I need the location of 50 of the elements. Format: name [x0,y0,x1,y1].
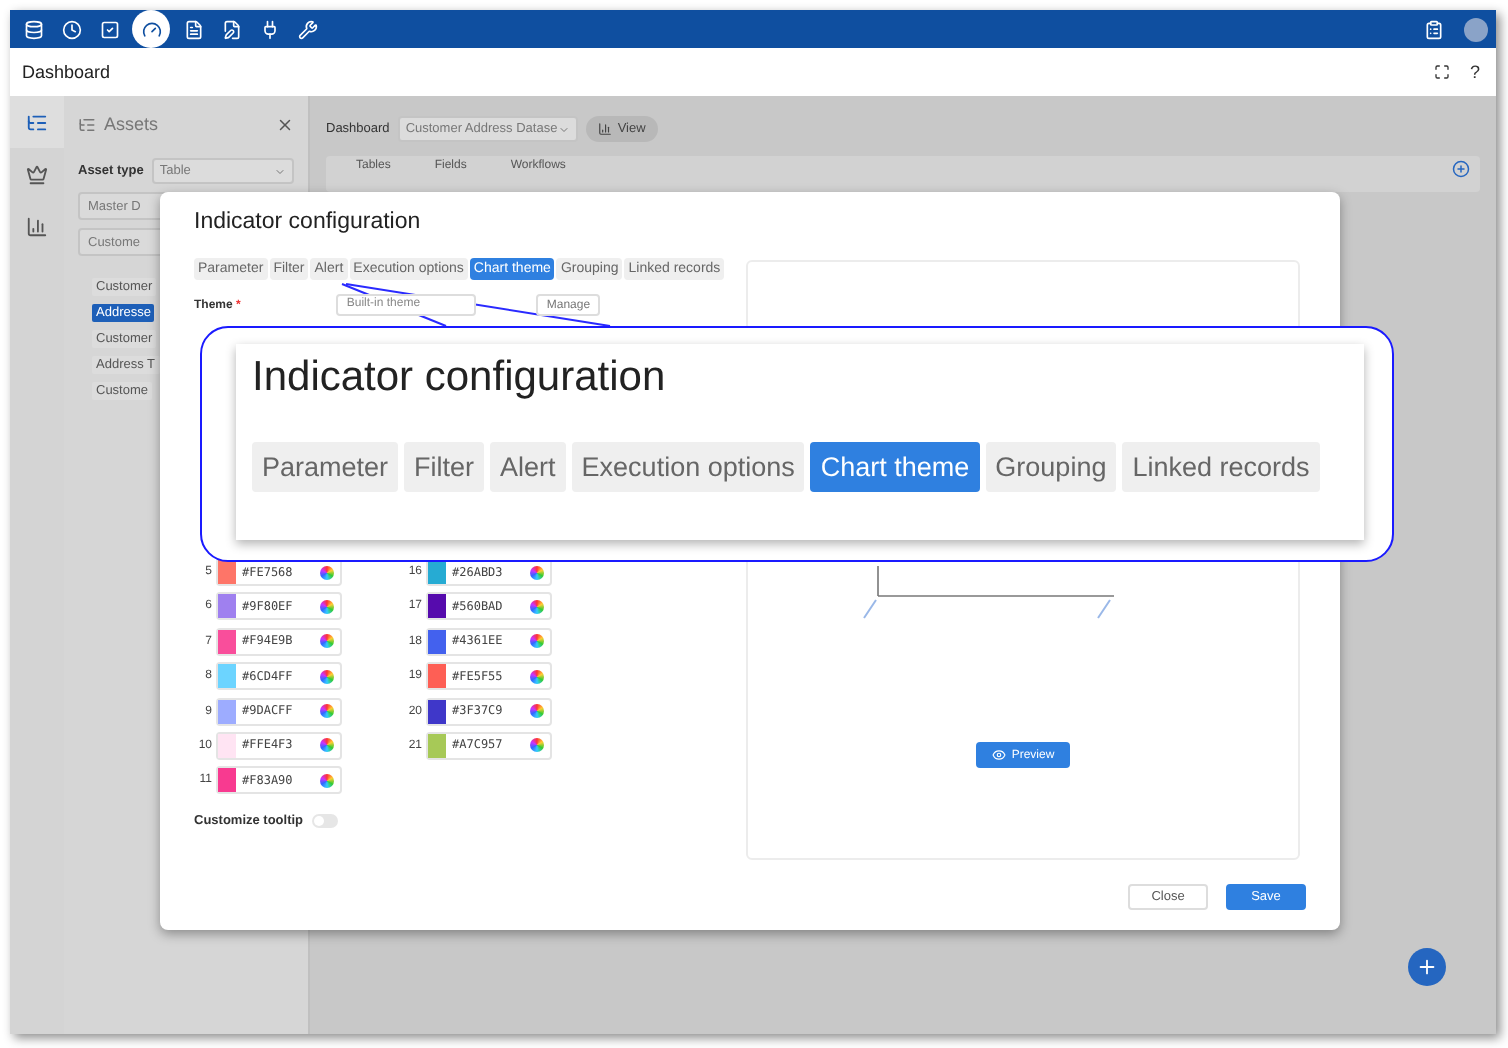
tab[interactable]: Filter [404,442,485,492]
tab[interactable]: Linked records [1122,442,1320,492]
color-wheel-icon[interactable] [320,704,334,719]
caret-icon [274,165,286,177]
color-wheel-icon[interactable] [530,599,544,614]
panel-title: Assets [104,114,161,134]
nav-button[interactable] [132,10,170,48]
color-wheel-icon[interactable] [320,599,334,614]
page-title: Dashboard [22,62,113,82]
fullscreen-icon[interactable] [1433,64,1450,80]
tree-list-icon [26,111,48,133]
close-icon[interactable] [276,115,294,133]
tab[interactable]: Chart theme [810,442,980,492]
help-button[interactable]: ? [1469,62,1480,82]
color-wheel-icon[interactable] [320,773,334,788]
color-wheel-icon[interactable] [530,669,544,684]
chart-icon [597,122,612,136]
eye-icon [991,748,1006,762]
checkbox-icon [99,19,119,39]
document-icon [183,19,203,39]
plus-icon [1416,956,1438,978]
color-wheel-icon[interactable] [320,634,334,649]
edit-document-icon [221,19,241,39]
list-icon[interactable] [1424,19,1444,39]
avatar[interactable] [1464,17,1488,41]
color-wheel-icon[interactable] [320,738,334,753]
add-icon[interactable] [1452,160,1470,178]
crown-icon [26,163,48,185]
caret-icon [557,123,570,135]
color-wheel-icon[interactable] [320,565,334,579]
color-wheel-icon[interactable] [530,738,544,753]
plug-icon [259,19,279,39]
dialog-title: Indicator configuration [194,210,423,238]
gauge-icon [141,19,161,39]
tab[interactable]: Parameter [252,442,399,492]
color-wheel-icon[interactable] [320,669,334,684]
clock-icon [61,19,81,39]
color-wheel-icon[interactable] [530,704,544,719]
rail-button[interactable] [10,96,64,148]
tree-list-icon [78,115,96,133]
tab[interactable]: Alert [490,442,566,492]
database-icon [23,19,43,39]
color-wheel-icon[interactable] [530,565,544,579]
color-wheel-icon[interactable] [530,634,544,649]
bar-chart-icon [26,215,48,237]
toggle-switch[interactable] [311,814,338,829]
wrench-icon [297,19,317,39]
tab[interactable]: Execution options [571,442,805,492]
tab[interactable]: Grouping [985,442,1117,492]
dialog-title: Indicator configuration [252,354,668,402]
